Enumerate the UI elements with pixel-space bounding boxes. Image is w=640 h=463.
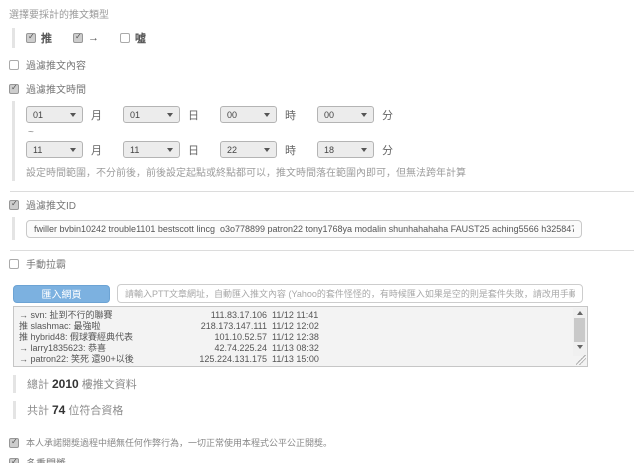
to-day-select[interactable]: 11 xyxy=(123,141,180,158)
day-unit-label: 日 xyxy=(188,107,199,123)
day-unit-label: 日 xyxy=(188,142,199,158)
filter-content-row[interactable]: 過濾推文內容 xyxy=(9,57,640,72)
minute-unit-label: 分 xyxy=(382,107,393,123)
to-hour-select[interactable]: 22 xyxy=(220,141,277,158)
push-checkbox-label: 推 xyxy=(41,30,52,46)
import-url-button[interactable]: 匯入網頁 xyxy=(13,285,110,303)
push-list-textarea[interactable]: → svn: 扯到不行的聯賽111.83.17.10611/12 11:41 推… xyxy=(13,306,588,367)
push-type-options: 推 → 噓 xyxy=(26,30,640,46)
article-url-input[interactable] xyxy=(117,284,583,303)
manual-pull-row[interactable]: 手動拉霸 xyxy=(9,256,640,271)
filter-id-panel xyxy=(12,217,640,240)
to-month-select[interactable]: 11 xyxy=(26,141,83,158)
manual-pull-label: 手動拉霸 xyxy=(26,256,66,271)
qualified-count: 74 xyxy=(52,403,65,417)
filter-content-checkbox[interactable] xyxy=(9,60,19,70)
hour-unit-label: 時 xyxy=(285,107,296,123)
resize-grip-icon[interactable] xyxy=(576,355,586,365)
month-unit-label: 月 xyxy=(91,142,102,158)
time-to-row: 11 月 11 日 22 時 18 分 xyxy=(26,141,640,158)
fairness-promise-label: 本人承諾開獎過程中絕無任何作弊行為，一切正常使用本程式公平公正開獎。 xyxy=(26,436,332,449)
filter-id-checkbox[interactable] xyxy=(9,200,19,210)
chevron-down-icon xyxy=(361,148,367,152)
push-type-option-boo[interactable]: 噓 xyxy=(120,30,146,46)
chevron-down-icon xyxy=(70,148,76,152)
time-range-tilde: ~ xyxy=(28,127,640,138)
push-line: → larry1835623: 恭喜42.74.225.2411/13 08:3… xyxy=(19,343,569,354)
filter-time-row[interactable]: 過濾推文時間 xyxy=(9,81,640,96)
multi-draw-row[interactable]: 多重開獎 xyxy=(9,455,640,463)
filter-content-label: 過濾推文內容 xyxy=(26,57,86,72)
push-type-section-label: 選擇要採計的推文類型 xyxy=(9,6,640,21)
push-checkbox[interactable] xyxy=(26,33,36,43)
push-line: → patron22: 笑死 還90+以後125.224.131.17511/1… xyxy=(19,354,569,365)
to-minute-select[interactable]: 18 xyxy=(317,141,374,158)
boo-checkbox-label: 噓 xyxy=(135,30,146,46)
chevron-down-icon xyxy=(264,148,270,152)
arrow-checkbox-label: → xyxy=(88,32,99,44)
scroll-down-icon[interactable] xyxy=(577,345,583,349)
scroll-up-icon[interactable] xyxy=(577,311,583,315)
push-line: 推 hybrid48: 假球賽經典代表101.10.52.5711/12 12:… xyxy=(19,332,569,343)
minute-unit-label: 分 xyxy=(382,142,393,158)
scrollbar[interactable] xyxy=(573,308,586,356)
multi-draw-label: 多重開獎 xyxy=(26,455,66,463)
push-type-option-push[interactable]: 推 xyxy=(26,30,52,46)
filter-id-row[interactable]: 過濾推文ID xyxy=(9,197,640,212)
manual-pull-checkbox[interactable] xyxy=(9,259,19,269)
push-type-option-arrow[interactable]: → xyxy=(73,32,99,44)
id-filter-input[interactable] xyxy=(26,220,582,238)
from-hour-select[interactable]: 00 xyxy=(220,106,277,123)
total-qualified-row: 共計74位符合資格 xyxy=(13,401,640,419)
fairness-promise-checkbox[interactable] xyxy=(9,438,19,448)
import-row: 匯入網頁 xyxy=(13,284,640,303)
chevron-down-icon xyxy=(70,113,76,117)
fairness-promise-row[interactable]: 本人承諾開獎過程中絕無任何作弊行為，一切正常使用本程式公平公正開獎。 xyxy=(9,436,640,449)
ptt-lottery-form: 選擇要採計的推文類型 推 → 噓 過濾推文內容 過濾推文時間 01 xyxy=(0,0,640,463)
push-line: → svn: 扯到不行的聯賽111.83.17.10611/12 11:41 xyxy=(19,310,569,321)
filter-time-checkbox[interactable] xyxy=(9,84,19,94)
boo-checkbox[interactable] xyxy=(120,33,130,43)
time-from-row: 01 月 01 日 00 時 00 分 xyxy=(26,106,640,123)
section-divider xyxy=(10,250,634,251)
arrow-checkbox[interactable] xyxy=(73,33,83,43)
hour-unit-label: 時 xyxy=(285,142,296,158)
filter-id-label: 過濾推文ID xyxy=(26,197,76,212)
total-floors-row: 總計2010樓推文資料 xyxy=(13,375,640,393)
scrollbar-thumb[interactable] xyxy=(574,318,585,342)
from-day-select[interactable]: 01 xyxy=(123,106,180,123)
from-month-select[interactable]: 01 xyxy=(26,106,83,123)
chevron-down-icon xyxy=(167,113,173,117)
multi-draw-checkbox[interactable] xyxy=(9,458,19,463)
month-unit-label: 月 xyxy=(91,107,102,123)
time-range-panel: 01 月 01 日 00 時 00 分 ~ 11 月 11 xyxy=(12,101,640,181)
push-line: 推 slashmac: 最強啦218.173.147.11111/12 12:0… xyxy=(19,321,569,332)
push-type-panel: 推 → 噓 xyxy=(12,28,640,48)
section-divider xyxy=(10,191,634,192)
chevron-down-icon xyxy=(361,113,367,117)
from-minute-select[interactable]: 00 xyxy=(317,106,374,123)
time-range-hint: 設定時間範圍，不分前後，前後設定起點或終點都可以，推文時間落在範圍內即可，但無法… xyxy=(26,164,640,179)
chevron-down-icon xyxy=(264,113,270,117)
total-floors-count: 2010 xyxy=(52,377,79,391)
filter-time-label: 過濾推文時間 xyxy=(26,81,86,96)
chevron-down-icon xyxy=(167,148,173,152)
